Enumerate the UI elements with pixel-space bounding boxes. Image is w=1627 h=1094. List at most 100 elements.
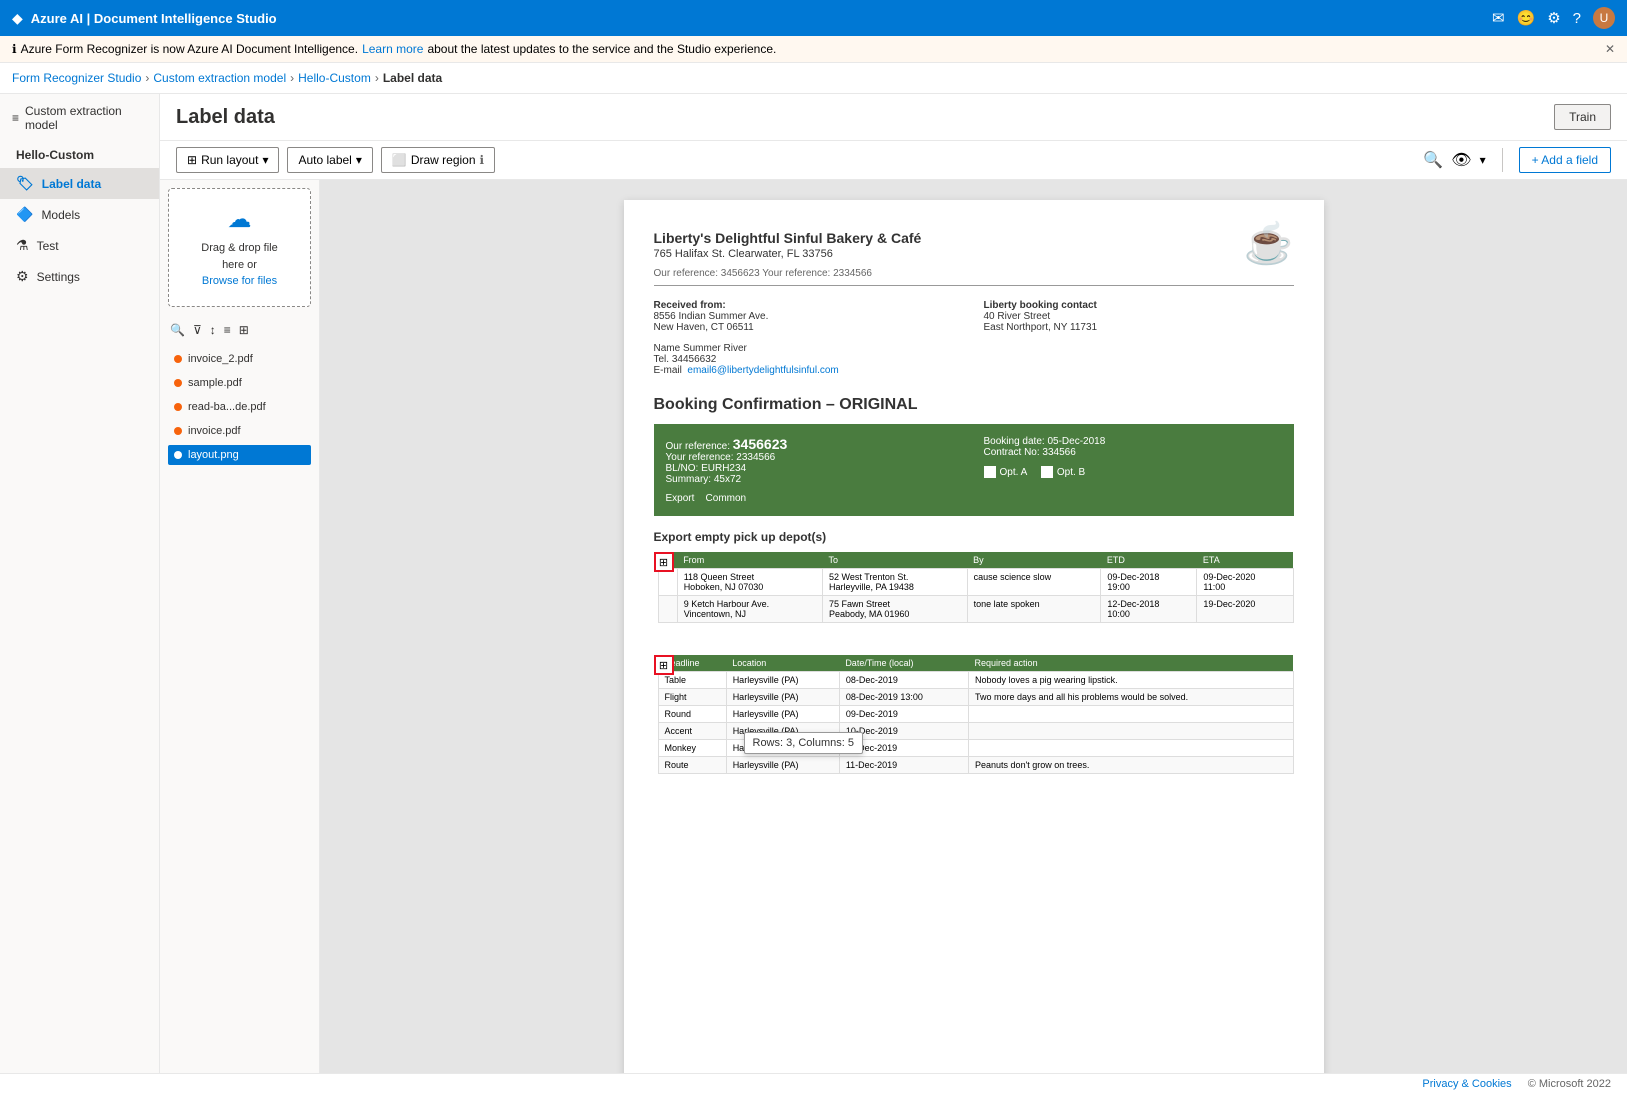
booking-date-val: 05-Dec-2018 (1047, 436, 1105, 447)
sidebar-item-settings-text: Settings (37, 270, 80, 284)
file-name: invoice_2.pdf (188, 353, 253, 365)
table2-cell: Nobody loves a pig wearing lipstick. (969, 672, 1293, 689)
test-icon: ⚗ (16, 237, 29, 254)
close-notification-button[interactable]: ✕ (1605, 42, 1615, 56)
avatar[interactable]: U (1593, 7, 1615, 29)
file-item-invoice[interactable]: invoice.pdf (168, 421, 311, 441)
table2-header-location: Location (726, 655, 839, 672)
auto-label-dropdown-icon: ▾ (356, 153, 362, 167)
page-header: Label data Train (160, 94, 1627, 141)
table2-cell (969, 740, 1293, 757)
learn-more-link[interactable]: Learn more (362, 42, 423, 56)
sidebar-item-settings[interactable]: ⚙ Settings (0, 261, 159, 292)
train-button[interactable]: Train (1554, 104, 1611, 130)
table-row: 9 Ketch Harbour Ave.Vincentown, NJ 75 Fa… (658, 596, 1293, 623)
draw-region-label: Draw region (411, 153, 476, 167)
file-item-invoice2[interactable]: invoice_2.pdf (168, 349, 311, 369)
run-layout-icon: ⊞ (187, 153, 197, 167)
table2-icon-button[interactable]: ⊞ (654, 655, 674, 675)
table1-header-by: By (967, 552, 1101, 569)
file-status-dot (174, 379, 182, 387)
file-filter-icon[interactable]: ⊽ (191, 321, 204, 339)
table-row: Table Harleysville (PA) 08-Dec-2019 Nobo… (658, 672, 1293, 689)
file-upload-area[interactable]: ☁ Drag & drop file here or Browse for fi… (168, 188, 311, 307)
sidebar-item-label-data[interactable]: 🏷 Label data (0, 168, 159, 199)
depot-title: Export empty pick up depot(s) (654, 530, 1294, 544)
run-layout-dropdown-icon: ▾ (262, 153, 268, 167)
received-addr2: New Haven, CT 06511 (654, 322, 964, 333)
file-item-layout[interactable]: layout.png (168, 445, 311, 465)
run-layout-button[interactable]: ⊞ Run layout ▾ (176, 147, 279, 173)
sidebar: ≡ Custom extraction model Hello-Custom 🏷… (0, 94, 160, 1073)
help-icon[interactable]: ? (1573, 10, 1581, 27)
company-name: Liberty's Delightful Sinful Bakery & Caf… (654, 230, 1294, 246)
table2-cell: 08-Dec-2019 13:00 (839, 689, 968, 706)
table2-cell (969, 706, 1293, 723)
document-page: ☕ Liberty's Delightful Sinful Bakery & C… (624, 200, 1324, 1073)
notification-text: Azure Form Recognizer is now Azure AI Do… (21, 42, 359, 56)
table2-cell: Harleysville (PA) (726, 672, 839, 689)
booking-date-label: Booking date: (984, 436, 1045, 447)
eye-dropdown-icon[interactable]: ▾ (1480, 153, 1486, 167)
table-row: 118 Queen StreetHoboken, NJ 07030 52 Wes… (658, 569, 1293, 596)
upload-cloud-icon: ☁ (177, 205, 302, 234)
table1-icon-button[interactable]: ⊞ (654, 552, 674, 572)
liberty-addr2: East Northport, NY 11731 (984, 322, 1294, 333)
file-grid-icon[interactable]: ⊞ (237, 321, 251, 339)
table2-cell: Harleysville (PA) (726, 757, 839, 774)
file-list-icon[interactable]: ≡ (222, 321, 233, 339)
app-title: Azure AI | Document Intelligence Studio (31, 11, 277, 26)
add-field-button[interactable]: + Add a field (1519, 147, 1611, 173)
sidebar-toggle[interactable]: ≡ Custom extraction model (0, 94, 159, 142)
company-address: 765 Halifax St. Clearwater, FL 33756 (654, 248, 1294, 260)
summary-label: Summary: (666, 474, 712, 485)
eye-icon[interactable]: 👁 (1451, 150, 1471, 170)
table2-cell: Two more days and all his problems would… (969, 689, 1293, 706)
liberty-contact: Liberty booking contact (984, 300, 1294, 311)
file-search-icon[interactable]: 🔍 (168, 321, 187, 339)
app-footer: Privacy & Cookies © Microsoft 2022 (0, 1073, 1627, 1094)
your-ref-label: Your reference: (666, 452, 734, 463)
table1-header-from: From (677, 552, 822, 569)
file-sort-icon[interactable]: ↕ (208, 321, 218, 339)
file-item-readba[interactable]: read-ba...de.pdf (168, 397, 311, 417)
breadcrumb-sep-2: › (290, 71, 294, 85)
table1-container: ⊞ From To By ETD ETA (654, 552, 1294, 639)
file-panel: ☁ Drag & drop file here or Browse for fi… (160, 180, 320, 1073)
contract-val: 334566 (1042, 447, 1075, 458)
liberty-addr1: 40 River Street (984, 311, 1294, 322)
upload-text: Drag & drop file here or Browse for file… (177, 240, 302, 290)
file-status-dot (174, 355, 182, 363)
sidebar-title: Custom extraction model (25, 104, 147, 132)
run-layout-label: Run layout (201, 153, 258, 167)
summary-val: 45x72 (714, 474, 741, 485)
emoji-icon[interactable]: 😊 (1517, 9, 1536, 27)
auto-label-button[interactable]: Auto label ▾ (287, 147, 372, 173)
email-icon[interactable]: ✉ (1492, 9, 1505, 27)
settings-icon[interactable]: ⚙ (1547, 9, 1560, 27)
table2-cell: 09-Dec-2019 (839, 706, 968, 723)
draw-region-button[interactable]: ⬜ Draw region ℹ (381, 147, 495, 173)
table1-cell: 118 Queen StreetHoboken, NJ 07030 (677, 569, 822, 596)
breadcrumb: Form Recognizer Studio › Custom extracti… (0, 63, 1627, 94)
table1-cell: tone late spoken (967, 596, 1101, 623)
breadcrumb-form-recognizer[interactable]: Form Recognizer Studio (12, 71, 141, 85)
sidebar-item-models-text: Models (41, 208, 80, 222)
table1: From To By ETD ETA (658, 552, 1294, 623)
top-bar: ◆ Azure AI | Document Intelligence Studi… (0, 0, 1627, 36)
sidebar-item-models[interactable]: 🔷 Models (0, 199, 159, 230)
sidebar-item-test[interactable]: ⚗ Test (0, 230, 159, 261)
table1-cell: 9 Ketch Harbour Ave.Vincentown, NJ (677, 596, 822, 623)
file-name: sample.pdf (188, 377, 242, 389)
breadcrumb-hello-custom[interactable]: Hello-Custom (298, 71, 371, 85)
search-icon[interactable]: 🔍 (1423, 150, 1443, 170)
table2-cell: Flight (658, 689, 726, 706)
browse-files-link[interactable]: Browse for files (202, 275, 277, 287)
table2-cell: Route (658, 757, 726, 774)
table2-cell: Peanuts don't grow on trees. (969, 757, 1293, 774)
reference-line: Our reference: 3456623 Your reference: 2… (654, 268, 1294, 286)
file-item-sample[interactable]: sample.pdf (168, 373, 311, 393)
breadcrumb-custom-extraction[interactable]: Custom extraction model (153, 71, 286, 85)
page-title: Label data (176, 106, 275, 129)
table2: Deadline Location Date/Time (local) Requ… (658, 655, 1294, 774)
